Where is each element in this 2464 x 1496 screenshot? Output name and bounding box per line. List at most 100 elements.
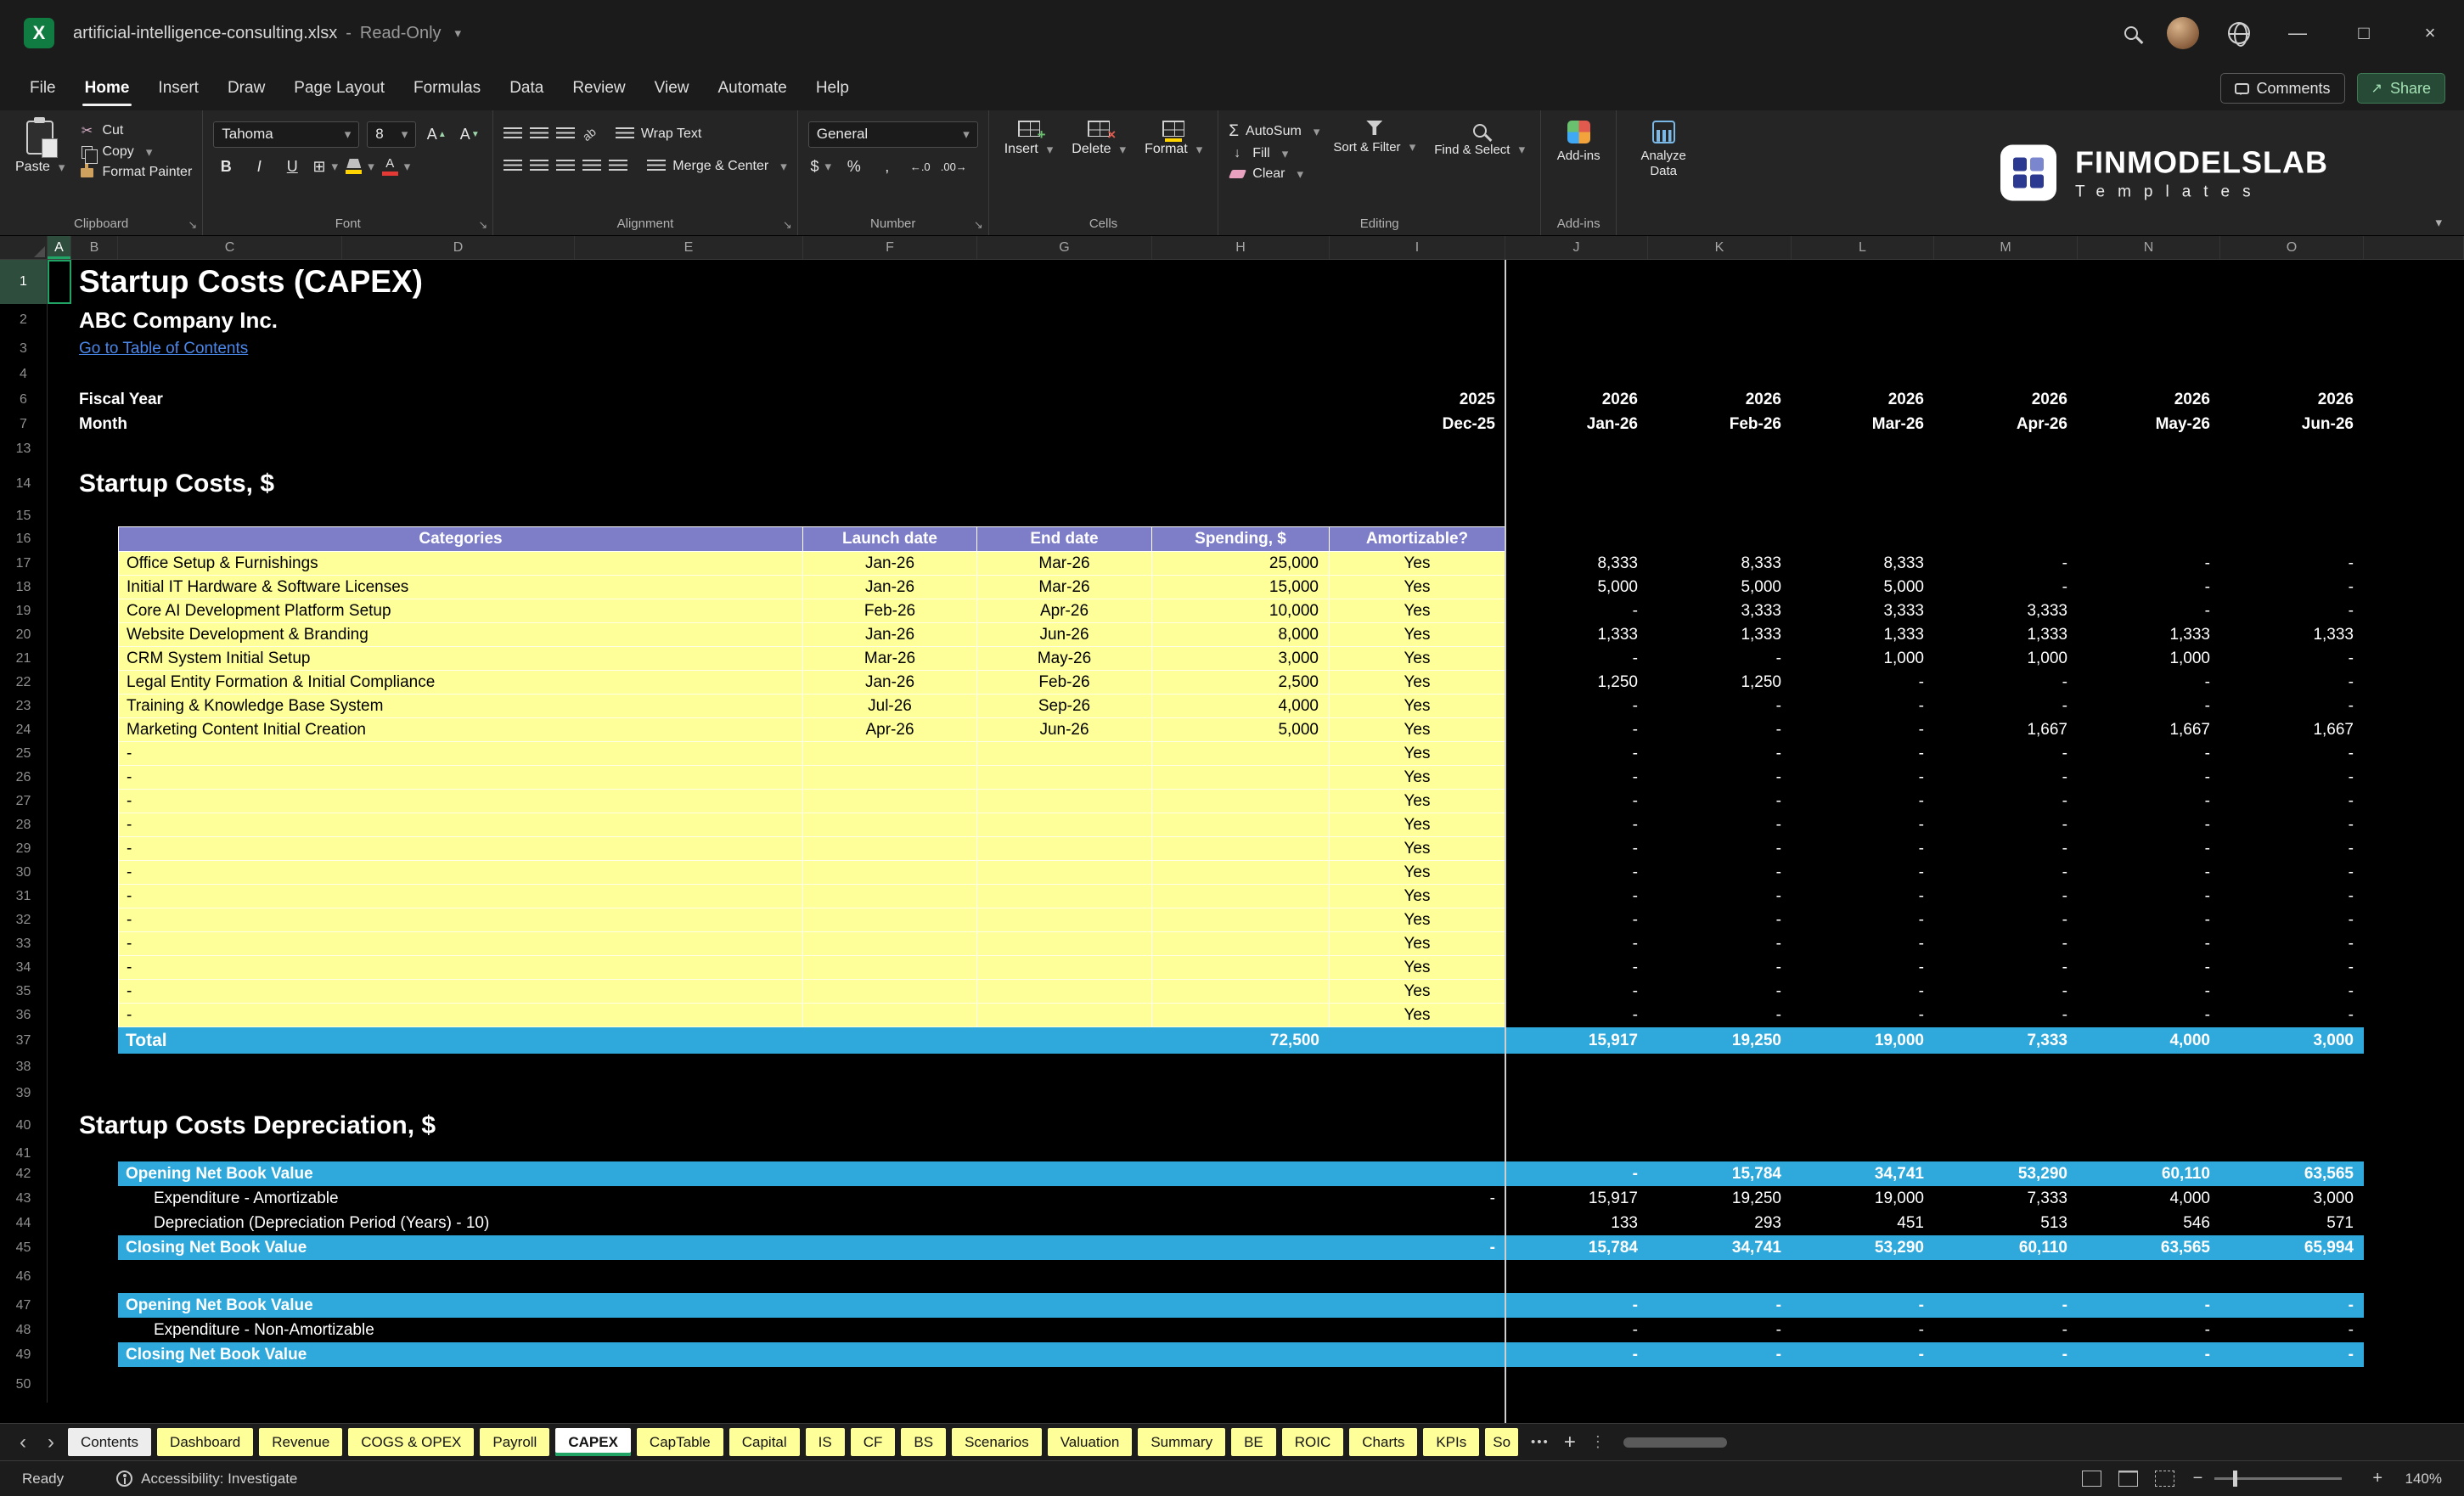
nbv-value[interactable]: - bbox=[1505, 1161, 1648, 1186]
cell[interactable] bbox=[48, 552, 118, 576]
nbv-cell-i[interactable]: - bbox=[1330, 1235, 1505, 1260]
row-number-24[interactable]: 24 bbox=[0, 718, 48, 742]
end-date-cell[interactable]: May-26 bbox=[977, 647, 1152, 671]
sort-filter-button[interactable]: Sort & Filter ▾ bbox=[1328, 119, 1420, 157]
number-dialog-launcher[interactable]: ↘ bbox=[974, 219, 983, 230]
amortizable-cell[interactable]: Yes bbox=[1330, 623, 1505, 647]
menu-home[interactable]: Home bbox=[70, 70, 144, 106]
nbv-value[interactable]: - bbox=[1648, 1293, 1792, 1318]
empty-row[interactable] bbox=[48, 362, 2464, 387]
value-cell[interactable]: - bbox=[2220, 861, 2364, 885]
nbv-value[interactable]: - bbox=[1934, 1293, 2078, 1318]
cell[interactable] bbox=[2364, 1027, 2464, 1054]
section-heading[interactable]: Startup Costs Depreciation, $ bbox=[71, 1106, 2464, 1145]
sheet-tab-cf[interactable]: CF bbox=[850, 1428, 896, 1456]
row-number-21[interactable]: 21 bbox=[0, 647, 48, 671]
spending-cell[interactable] bbox=[1152, 885, 1330, 908]
nbv-value[interactable]: - bbox=[2078, 1293, 2220, 1318]
cell[interactable] bbox=[2364, 1186, 2464, 1211]
launch-date-cell[interactable] bbox=[803, 790, 977, 813]
sheet-tab-bs[interactable]: BS bbox=[901, 1428, 947, 1456]
row-number-29[interactable]: 29 bbox=[0, 837, 48, 861]
sheet-tab-kpis[interactable]: KPIs bbox=[1423, 1428, 1480, 1456]
value-cell[interactable]: - bbox=[2220, 885, 2364, 908]
row-number-35[interactable]: 35 bbox=[0, 980, 48, 1004]
launch-date-cell[interactable]: Jul-26 bbox=[803, 695, 977, 718]
value-cell[interactable]: - bbox=[1934, 908, 2078, 932]
fiscal-year-value[interactable]: 2025 bbox=[1330, 387, 1505, 413]
merge-center-button[interactable]: Merge & Center ▾ bbox=[647, 159, 787, 174]
cell[interactable] bbox=[2364, 790, 2464, 813]
row-number-31[interactable]: 31 bbox=[0, 885, 48, 908]
cell[interactable] bbox=[2364, 387, 2464, 413]
decrease-font-size-button[interactable]: A ▼ bbox=[457, 121, 482, 147]
category-cell[interactable]: - bbox=[118, 861, 803, 885]
find-select-button[interactable]: Find & Select ▾ bbox=[1429, 119, 1530, 160]
cell[interactable] bbox=[2364, 1342, 2464, 1367]
row-number-1[interactable]: 1 bbox=[0, 260, 48, 304]
row-number-26[interactable]: 26 bbox=[0, 766, 48, 790]
value-cell[interactable]: 5,000 bbox=[1505, 576, 1648, 599]
spending-cell[interactable] bbox=[1152, 742, 1330, 766]
value-cell[interactable]: - bbox=[2078, 552, 2220, 576]
cell[interactable] bbox=[2364, 980, 2464, 1004]
value-cell[interactable]: - bbox=[2220, 1004, 2364, 1027]
row-number-32[interactable]: 32 bbox=[0, 908, 48, 932]
launch-date-cell[interactable] bbox=[803, 885, 977, 908]
value-cell[interactable]: - bbox=[1505, 908, 1648, 932]
number-format-select[interactable]: General ▾ bbox=[807, 121, 978, 148]
avatar[interactable] bbox=[2167, 17, 2199, 49]
value-cell[interactable]: - bbox=[1648, 861, 1792, 885]
value-cell[interactable]: - bbox=[2078, 671, 2220, 695]
menu-help[interactable]: Help bbox=[802, 70, 864, 106]
category-cell[interactable]: - bbox=[118, 837, 803, 861]
empty-row[interactable] bbox=[48, 1367, 2464, 1403]
value-cell[interactable]: - bbox=[2078, 861, 2220, 885]
cell[interactable] bbox=[2364, 813, 2464, 837]
cell[interactable] bbox=[2364, 576, 2464, 599]
cell[interactable] bbox=[48, 671, 118, 695]
value-cell[interactable]: - bbox=[2220, 599, 2364, 623]
nbv-value[interactable]: 53,290 bbox=[1934, 1161, 2078, 1186]
value-cell[interactable]: - bbox=[1792, 790, 1934, 813]
value-cell[interactable]: - bbox=[1934, 790, 2078, 813]
row-number-19[interactable]: 19 bbox=[0, 599, 48, 623]
prev-sheet-icon[interactable]: ‹ bbox=[12, 1431, 34, 1454]
value-cell[interactable]: - bbox=[2220, 790, 2364, 813]
end-date-cell[interactable] bbox=[977, 837, 1152, 861]
nbv-value[interactable]: - bbox=[1792, 1293, 1934, 1318]
end-date-cell[interactable]: Mar-26 bbox=[977, 576, 1152, 599]
value-cell[interactable]: - bbox=[2220, 552, 2364, 576]
format-painter-button[interactable]: Format Painter bbox=[78, 163, 192, 180]
value-cell[interactable]: - bbox=[2220, 695, 2364, 718]
empty-row[interactable] bbox=[48, 1145, 2464, 1161]
row-number-44[interactable]: 44 bbox=[0, 1211, 48, 1235]
launch-date-cell[interactable]: Jan-26 bbox=[803, 552, 977, 576]
value-cell[interactable]: 3,333 bbox=[1648, 599, 1792, 623]
value-cell[interactable]: - bbox=[2078, 885, 2220, 908]
spending-cell[interactable] bbox=[1152, 908, 1330, 932]
spending-cell[interactable] bbox=[1152, 932, 1330, 956]
minimize-button[interactable]: — bbox=[2279, 14, 2316, 52]
cell[interactable] bbox=[48, 576, 118, 599]
fill-color-button[interactable]: ▾ bbox=[346, 154, 374, 179]
value-cell[interactable]: - bbox=[1505, 861, 1648, 885]
spending-cell[interactable]: 3,000 bbox=[1152, 647, 1330, 671]
cell[interactable] bbox=[2364, 766, 2464, 790]
comma-format-button[interactable]: , bbox=[875, 154, 900, 179]
row-number-20[interactable]: 20 bbox=[0, 623, 48, 647]
cell[interactable] bbox=[2364, 1211, 2464, 1235]
copy-button[interactable]: Copy ▾ bbox=[78, 144, 192, 164]
value-cell[interactable]: - bbox=[1648, 695, 1792, 718]
orientation-icon[interactable]: ab bbox=[580, 125, 599, 143]
value-cell[interactable]: - bbox=[1934, 552, 2078, 576]
cell[interactable] bbox=[48, 766, 118, 790]
category-cell[interactable]: - bbox=[118, 980, 803, 1004]
value-cell[interactable]: 5,000 bbox=[1792, 576, 1934, 599]
empty-row[interactable] bbox=[48, 436, 2464, 462]
cell[interactable] bbox=[2364, 742, 2464, 766]
value-cell[interactable]: - bbox=[2078, 813, 2220, 837]
clear-button[interactable]: Clear ▾ bbox=[1228, 166, 1319, 182]
dep-value[interactable]: - bbox=[1648, 1318, 1792, 1342]
nbv-value[interactable]: 63,565 bbox=[2220, 1161, 2364, 1186]
